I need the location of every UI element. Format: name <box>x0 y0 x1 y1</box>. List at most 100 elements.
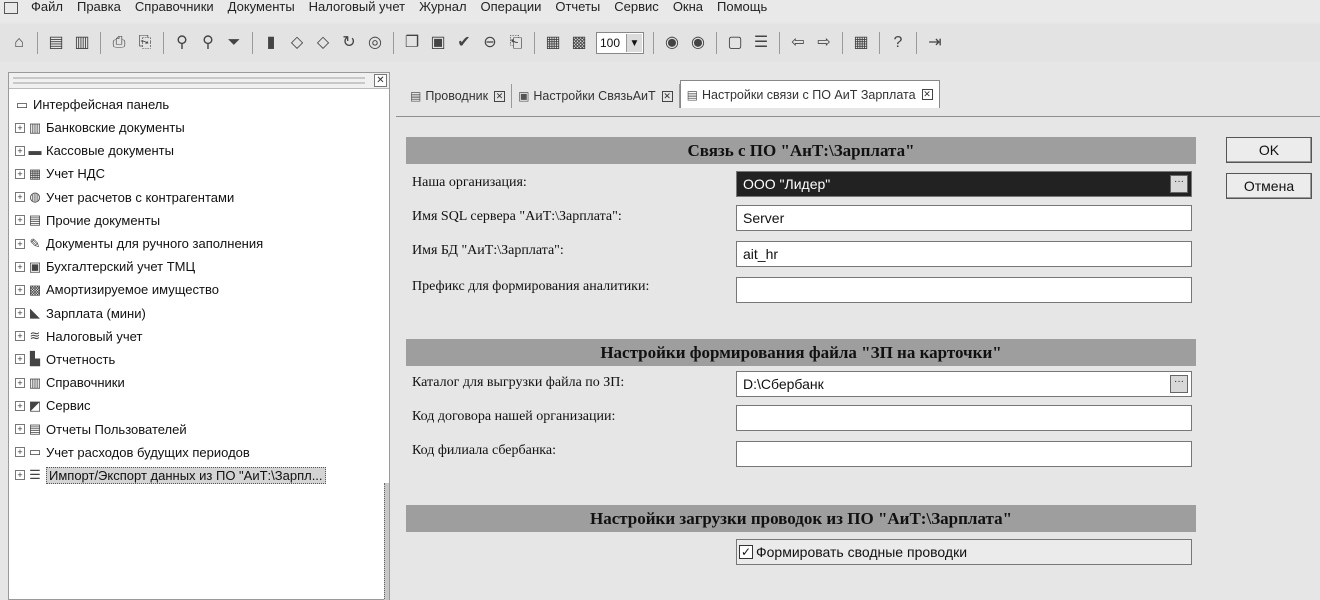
menu-journal[interactable]: Журнал <box>412 0 473 14</box>
chart-icon[interactable]: ▮ <box>260 32 282 54</box>
expand-icon[interactable]: + <box>15 284 25 295</box>
tree-item-vat[interactable]: + ▦ Учет НДС <box>9 162 389 185</box>
zoom-select[interactable]: 100 ▼ <box>596 32 644 54</box>
tree-item-tax-accounting[interactable]: + ≋ Налоговый учет <box>9 325 389 348</box>
summary-postings-checkbox[interactable]: ✓ Формировать сводные проводки <box>736 539 1192 565</box>
refresh-icon[interactable]: ↻ <box>338 32 360 54</box>
back-icon[interactable]: ⇦ <box>787 32 809 54</box>
stop-icon[interactable]: ◎ <box>364 32 386 54</box>
tab-explorer[interactable]: ▤ Проводник ✕ <box>404 84 513 108</box>
find-next-icon[interactable]: ⚲ <box>197 32 219 54</box>
close-icon[interactable]: ✕ <box>374 74 387 87</box>
ok-icon[interactable]: ✔ <box>453 32 475 54</box>
print-preview-icon[interactable]: ⎘ <box>134 32 156 54</box>
ok-button[interactable]: OK <box>1226 137 1312 163</box>
expand-icon[interactable]: + <box>15 447 25 458</box>
circle2-icon[interactable]: ◉ <box>687 32 709 54</box>
calendar-icon[interactable]: ▩ <box>568 32 590 54</box>
tree-item-directories[interactable]: + ▥ Справочники <box>9 371 389 394</box>
circle-icon[interactable]: ◉ <box>661 32 683 54</box>
tree-item-service[interactable]: + ◩ Сервис <box>9 394 389 417</box>
expand-icon[interactable]: + <box>15 261 25 272</box>
home-icon[interactable]: ⌂ <box>8 32 30 54</box>
doc2-icon[interactable]: ▥ <box>71 32 93 54</box>
tree-item-contractors[interactable]: + ◍ Учет расчетов с контрагентами <box>9 186 389 209</box>
menu-service[interactable]: Сервис <box>607 0 666 14</box>
doc-icon[interactable]: ▤ <box>45 32 67 54</box>
tree-item-depreciable-property[interactable]: + ▩ Амортизируемое имущество <box>9 278 389 301</box>
expand-icon[interactable]: + <box>15 238 25 249</box>
expand-icon[interactable]: + <box>15 122 25 133</box>
cancel-button[interactable]: Отмена <box>1226 173 1312 199</box>
tab-bar: ▤ Проводник ✕ ▣ Настройки СвязьАиТ ✕ ▤ Н… <box>404 80 940 108</box>
ellipsis-button[interactable]: ··· <box>1170 375 1188 393</box>
expand-icon[interactable]: + <box>15 192 25 203</box>
menu-help[interactable]: Помощь <box>710 0 774 14</box>
filter-icon[interactable]: ⏷ <box>223 32 245 54</box>
expand-icon[interactable]: + <box>15 331 25 342</box>
expand-icon[interactable]: + <box>15 354 25 365</box>
exit-icon[interactable]: ⇥ <box>924 32 946 54</box>
menu-reports[interactable]: Отчеты <box>548 0 607 14</box>
tree-item-other-documents[interactable]: + ▤ Прочие документы <box>9 209 389 232</box>
minus-icon[interactable]: ⊖ <box>479 32 501 54</box>
close-icon[interactable]: ✕ <box>494 90 506 102</box>
forward-icon[interactable]: ⇨ <box>813 32 835 54</box>
calc-icon[interactable]: ▦ <box>542 32 564 54</box>
close-icon[interactable]: ✕ <box>921 89 933 100</box>
help-icon[interactable]: ? <box>887 32 909 54</box>
tree-item-user-reports[interactable]: + ▤ Отчеты Пользователей <box>9 417 389 440</box>
catalog-field[interactable]: D:\Сбербанк ··· <box>736 371 1192 397</box>
contract-code-field[interactable] <box>736 405 1192 431</box>
expand-icon[interactable]: + <box>15 377 25 388</box>
org-field[interactable]: ООО "Лидер" ··· <box>736 171 1192 197</box>
menu-file[interactable]: Файл <box>24 0 70 14</box>
sql-server-field[interactable]: Server <box>736 205 1192 231</box>
db-name-field[interactable]: ait_hr <box>736 241 1192 267</box>
panel-splitter[interactable] <box>384 483 389 600</box>
expand-icon[interactable]: + <box>15 424 25 435</box>
tag-icon[interactable]: ◇ <box>286 32 308 54</box>
tab-ait-connection-settings[interactable]: ▣ Настройки СвязьАиТ ✕ <box>512 84 680 108</box>
export-icon[interactable]: ⎗ <box>505 32 527 54</box>
menu-directories[interactable]: Справочники <box>128 0 221 14</box>
expand-icon[interactable]: + <box>15 470 25 481</box>
menu-tax-accounting[interactable]: Налоговый учет <box>302 0 412 14</box>
tree-item-inventory[interactable]: + ▣ Бухгалтерский учет ТМЦ <box>9 255 389 278</box>
menu-operations[interactable]: Операции <box>474 0 549 14</box>
tree-item-cash-documents[interactable]: + ▬ Кассовые документы <box>9 139 389 162</box>
copy-icon[interactable]: ❐ <box>401 32 423 54</box>
tree-item-salary-mini[interactable]: + ◣ Зарплата (мини) <box>9 302 389 325</box>
tree-item-bank-documents[interactable]: + ▥ Банковские документы <box>9 116 389 139</box>
system-menu-icon[interactable] <box>4 2 18 14</box>
calculator-icon[interactable]: ▦ <box>850 32 872 54</box>
ellipsis-button[interactable]: ··· <box>1170 175 1188 193</box>
save-icon[interactable]: ▢ <box>724 32 746 54</box>
list-icon[interactable]: ☰ <box>750 32 772 54</box>
expand-icon[interactable]: + <box>15 145 25 156</box>
tag2-icon[interactable]: ◇ <box>312 32 334 54</box>
chevron-down-icon[interactable]: ▼ <box>626 34 642 52</box>
tab-ait-salary-settings[interactable]: ▤ Настройки связи с ПО АиТ Зарплата ✕ <box>679 80 940 108</box>
tree-root[interactable]: ▭ Интерфейсная панель <box>9 93 389 116</box>
search-icon[interactable]: ⚲ <box>171 32 193 54</box>
tree-item-import-export[interactable]: + ☰ Импорт/Экспорт данных из ПО "АиТ:\Зар… <box>9 464 389 487</box>
expand-icon[interactable]: + <box>15 308 25 319</box>
menu-edit[interactable]: Правка <box>70 0 128 14</box>
branch-code-field[interactable] <box>736 441 1192 467</box>
tree-item-manual-documents[interactable]: + ✎ Документы для ручного заполнения <box>9 232 389 255</box>
menu-documents[interactable]: Документы <box>221 0 302 14</box>
menu-windows[interactable]: Окна <box>666 0 710 14</box>
panel-drag-handle[interactable] <box>13 77 365 84</box>
prefix-field[interactable] <box>736 277 1192 303</box>
expand-icon[interactable]: + <box>15 215 25 226</box>
expand-icon[interactable]: + <box>15 168 25 179</box>
paste-icon[interactable]: ▣ <box>427 32 449 54</box>
expand-icon[interactable]: + <box>15 400 25 411</box>
tree-item-reporting[interactable]: + ▙ Отчетность <box>9 348 389 371</box>
db-name-value: ait_hr <box>743 246 779 262</box>
close-icon[interactable]: ✕ <box>661 90 673 102</box>
tree-item-future-costs[interactable]: + ▭ Учет расходов будущих периодов <box>9 441 389 464</box>
checkbox-checked-icon[interactable]: ✓ <box>739 545 753 559</box>
print-icon[interactable]: ⎙ <box>108 32 130 54</box>
